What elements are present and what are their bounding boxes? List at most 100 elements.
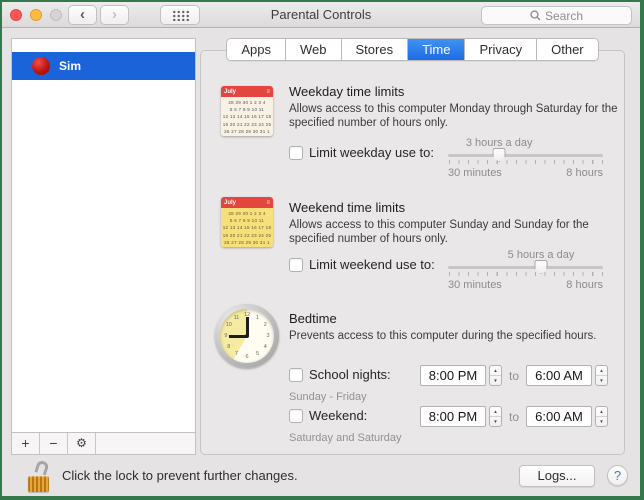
- weekend-calendar-icon: July ≡ 28 29 30 1 2 3 4 5 6 7 8 9 10 11 …: [221, 197, 273, 247]
- weekday-slider-track[interactable]: [448, 154, 603, 157]
- school-nights-to-word: to: [509, 368, 520, 383]
- clock-number: 4: [263, 343, 267, 350]
- tab-other[interactable]: Other: [537, 39, 598, 60]
- bedtime-weekend-checkbox[interactable]: [289, 408, 303, 423]
- bedtime-clock-icon: 12 1 2 3 4 5 6 7 8 9 10 11: [215, 304, 279, 368]
- bedtime-weekend-sub-label: Saturday and Saturday: [289, 432, 402, 444]
- action-gear-button[interactable]: ⚙: [68, 433, 96, 454]
- calendar-month-label: July: [224, 199, 237, 206]
- bedtime-weekend-to-word: to: [509, 409, 520, 424]
- tab-stores[interactable]: Stores: [341, 39, 409, 60]
- weekday-slider: 3 hours a day 30 minutes 8 hours: [448, 137, 603, 181]
- stepper-down-icon[interactable]: ▼: [490, 417, 501, 426]
- clock-number: 12: [243, 311, 251, 318]
- footer-bar: Click the lock to prevent further change…: [2, 455, 640, 496]
- weekend-slider-max-label: 8 hours: [566, 279, 603, 291]
- calendar-row: 26 27 28 29 30 31 1: [224, 239, 270, 245]
- stepper-up-icon[interactable]: ▲: [596, 407, 608, 417]
- close-button[interactable]: [10, 9, 22, 21]
- tab-privacy[interactable]: Privacy: [465, 39, 538, 60]
- weekend-slider-track[interactable]: [448, 266, 603, 269]
- calendar-row: 28 29 30 1 2 3 4: [228, 211, 266, 216]
- help-button[interactable]: ?: [607, 465, 628, 486]
- tab-apps[interactable]: Apps: [227, 39, 286, 60]
- stepper-down-icon[interactable]: ▼: [490, 376, 501, 385]
- time-panel: July ≡ 28 29 30 1 2 3 4 5 6 7 8 9 10 11 …: [200, 50, 625, 455]
- show-all-button[interactable]: [160, 5, 200, 25]
- calendar-row: 19 20 21 22 23 24 25: [222, 121, 272, 127]
- logs-button[interactable]: Logs...: [519, 464, 595, 487]
- weekend-limit-row: Limit weekend use to:: [289, 257, 435, 272]
- school-nights-row: School nights:: [289, 367, 391, 382]
- weekday-limit-label: Limit weekday use to:: [309, 145, 435, 160]
- weekend-section-title: Weekend time limits: [289, 200, 406, 215]
- forward-button[interactable]: ›: [100, 5, 129, 25]
- sidebar-item-sim[interactable]: Sim: [12, 52, 195, 80]
- calendar-row: 12 13 14 15 16 17 18: [222, 114, 272, 120]
- clock-center-dot: [245, 334, 249, 338]
- calendar-row: 28 29 30 1 2 3 4: [228, 100, 266, 105]
- stepper-up-icon[interactable]: ▲: [596, 366, 608, 376]
- calendar-header: July ≡: [221, 197, 273, 208]
- school-nights-time-group: 8:00 PM ▲ ▼ to 6:00 AM ▲ ▼: [420, 365, 609, 386]
- bedtime-weekend-label: Weekend:: [309, 408, 368, 423]
- calendar-menu-icon: ≡: [266, 88, 270, 95]
- school-nights-checkbox[interactable]: [289, 367, 303, 382]
- back-button[interactable]: ‹: [68, 5, 97, 25]
- weekend-slider: 5 hours a day 30 minutes 8 hours: [448, 249, 603, 293]
- tab-web[interactable]: Web: [286, 39, 342, 60]
- clock-number: 3: [266, 333, 270, 339]
- weekday-limit-checkbox[interactable]: [289, 145, 303, 160]
- tab-time[interactable]: Time: [408, 39, 466, 60]
- school-nights-from-stepper[interactable]: ▲ ▼: [489, 365, 502, 386]
- weekend-slider-ticks: [449, 272, 603, 276]
- calendar-header: July ≡: [221, 86, 273, 97]
- school-nights-sub-label: Sunday - Friday: [289, 391, 367, 403]
- calendar-row: 19 20 21 22 23 24 25: [222, 232, 272, 238]
- bedtime-weekend-to-stepper[interactable]: ▲ ▼: [595, 406, 609, 427]
- lock-message: Click the lock to prevent further change…: [62, 468, 298, 483]
- bedtime-weekend-from-stepper[interactable]: ▲ ▼: [489, 406, 502, 427]
- traffic-lights: [10, 9, 62, 21]
- user-sidebar: Sim + − ⚙: [11, 38, 196, 455]
- school-nights-to-field[interactable]: 6:00 AM: [526, 365, 593, 386]
- zoom-button[interactable]: [50, 9, 62, 21]
- bedtime-weekend-to-field[interactable]: 6:00 AM: [526, 406, 593, 427]
- lock-body: [28, 475, 49, 492]
- add-user-button[interactable]: +: [12, 433, 40, 454]
- search-placeholder: Search: [544, 8, 584, 23]
- bedtime-section-title: Bedtime: [289, 311, 337, 326]
- calendar-grid: 28 29 30 1 2 3 4 5 6 7 8 9 10 11 12 13 1…: [221, 97, 273, 136]
- weekday-slider-max-label: 8 hours: [566, 167, 603, 179]
- screen-frame: Parental Controls ‹ › Search Sim + − ⚙ A…: [0, 0, 644, 500]
- school-nights-to-stepper[interactable]: ▲ ▼: [595, 365, 609, 386]
- clock-number: 9: [224, 333, 228, 339]
- search-input[interactable]: Search: [481, 6, 632, 25]
- title-bar: Parental Controls ‹ › Search: [2, 2, 640, 28]
- remove-user-button[interactable]: −: [40, 433, 68, 454]
- stepper-down-icon[interactable]: ▼: [596, 376, 607, 385]
- sidebar-toolbar: + − ⚙: [12, 432, 195, 454]
- user-name: Sim: [59, 59, 82, 73]
- bedtime-section-description: Prevents access to this computer during …: [289, 330, 597, 342]
- calendar-row: 5 6 7 8 9 10 11: [229, 107, 265, 113]
- clock-number: 2: [263, 322, 267, 329]
- weekend-limit-label: Limit weekend use to:: [309, 257, 435, 272]
- minimize-button[interactable]: [30, 9, 42, 21]
- weekend-slider-range-labels: 30 minutes 8 hours: [448, 279, 603, 291]
- stepper-down-icon[interactable]: ▼: [596, 417, 607, 426]
- stepper-up-icon[interactable]: ▲: [490, 366, 501, 376]
- weekend-section-description: Allows access to this computer Sunday an…: [289, 219, 589, 245]
- weekday-section-title: Weekday time limits: [289, 84, 405, 99]
- weekday-slider-value: 3 hours a day: [465, 137, 533, 149]
- bedtime-weekend-from-field[interactable]: 8:00 PM: [420, 406, 486, 427]
- calendar-row: 5 6 7 8 9 10 11: [229, 218, 265, 224]
- calendar-menu-icon: ≡: [266, 199, 270, 206]
- clock-number: 8: [227, 343, 231, 350]
- weekend-limit-checkbox[interactable]: [289, 257, 303, 272]
- stepper-up-icon[interactable]: ▲: [490, 407, 501, 417]
- school-nights-from-field[interactable]: 8:00 PM: [420, 365, 486, 386]
- calendar-row: 26 27 28 29 30 31 1: [224, 128, 270, 134]
- lock-icon[interactable]: [28, 458, 52, 492]
- school-nights-label: School nights:: [309, 367, 391, 382]
